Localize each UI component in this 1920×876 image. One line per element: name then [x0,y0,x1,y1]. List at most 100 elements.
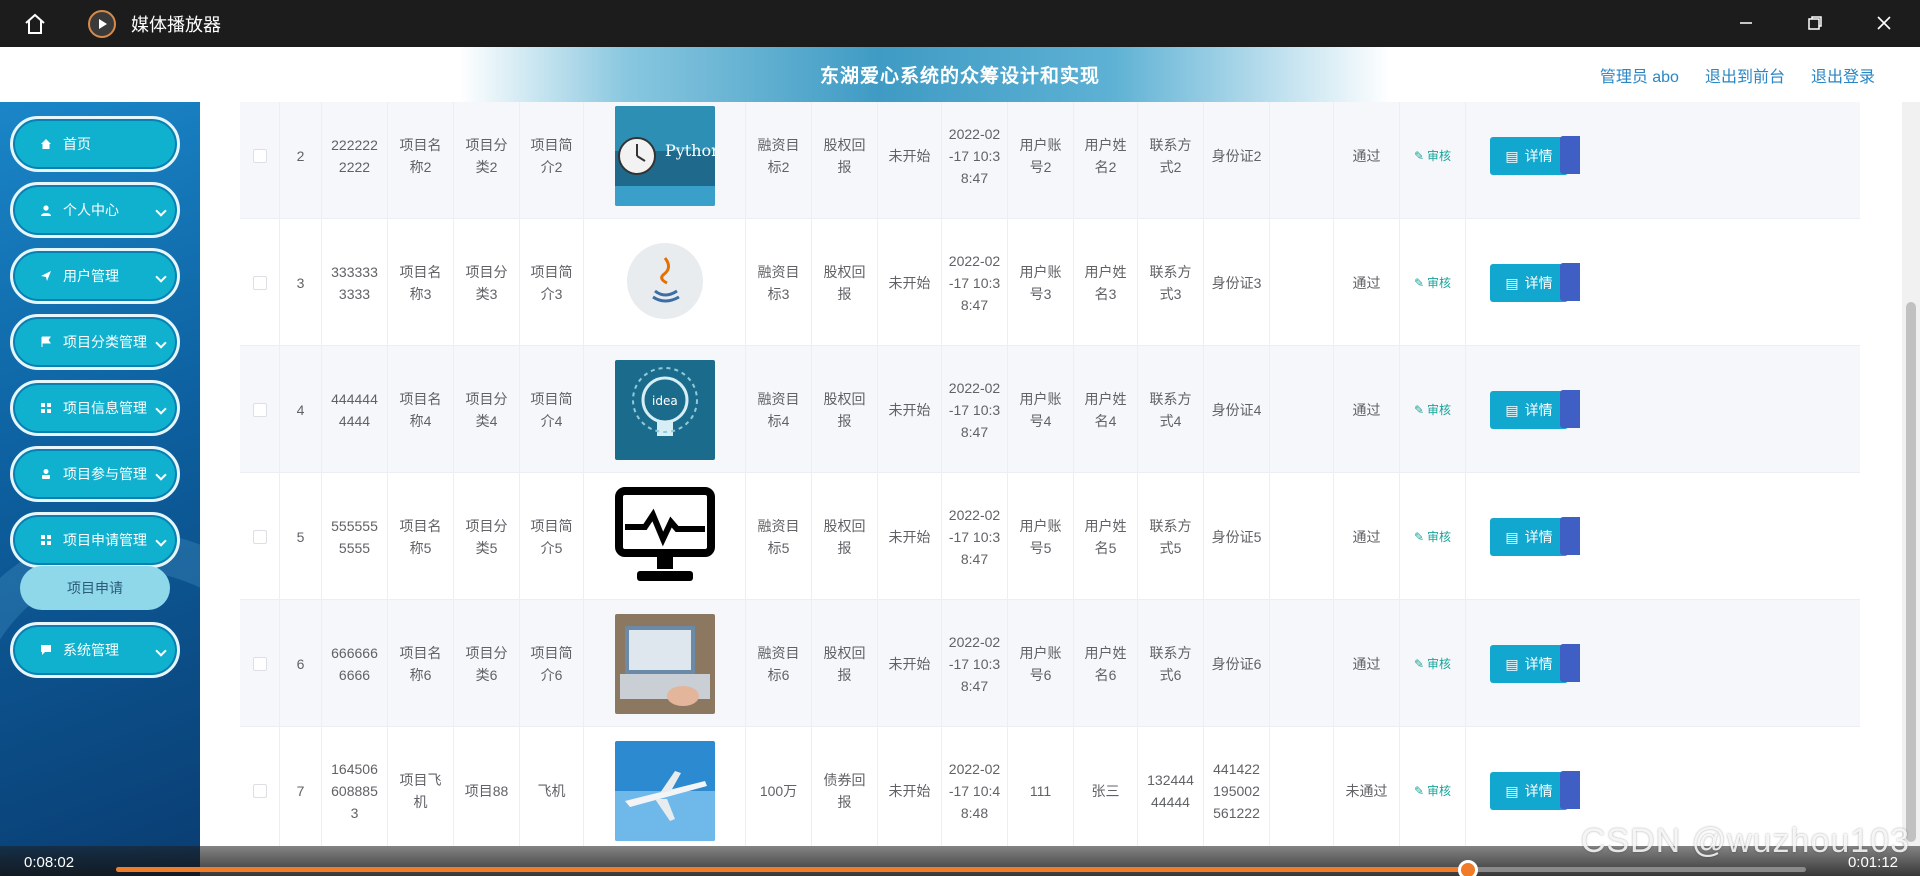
exit-to-frontend-link[interactable]: 退出到前台 [1705,63,1785,87]
logout-link[interactable]: 退出登录 [1811,63,1875,87]
cell-text: 债券回报 [823,771,866,810]
cell-idcard: 441422195002561222 [1204,727,1270,846]
more-actions-button[interactable] [1560,644,1580,682]
more-actions-button[interactable] [1560,771,1580,809]
svg-text:Python: Python [665,141,715,160]
restore-icon[interactable] [1799,9,1831,37]
edit-icon: ✎ [1413,656,1425,671]
sidebar-item-3[interactable]: 项目分类管理 [10,314,180,370]
admin-user-link[interactable]: 管理员 abo [1600,63,1679,87]
chevron-down-icon [155,403,167,415]
cell-text: 股权回报 [823,644,866,683]
more-actions-button[interactable] [1560,263,1580,301]
home-icon[interactable] [22,11,48,37]
cell-text: 2 [296,147,305,164]
document-icon: ▤ [1505,147,1519,164]
close-icon[interactable] [1868,9,1900,37]
detail-button[interactable]: ▤ 详情 [1490,771,1568,810]
row-checkbox[interactable] [252,275,267,290]
table-row: 5 5555555555 项目名称5 项目分类5 项目简介5 融资目标5 股权回报 未开始 20… [240,473,1860,600]
audit-button[interactable]: ✎ 审核 [1414,399,1451,421]
cell-text: 身份证2 [1211,147,1262,164]
cell-text: 用户姓名4 [1084,390,1127,429]
cell-chk [240,473,280,600]
cell-target: 融资目标2 [746,102,812,219]
cell-time: 2022-02-17 10:38:47 [942,473,1008,600]
sidebar-item-4[interactable]: 项目信息管理 [10,380,180,436]
audit-label: 审核 [1427,529,1452,544]
cell-audit: ✎ 审核 [1400,219,1466,346]
document-icon: ▤ [1505,655,1519,672]
cell-review: 通过 [1334,600,1400,727]
cell-intro: 项目简介6 [520,600,584,727]
more-actions-button[interactable] [1560,390,1580,428]
cell-text: 项目名称5 [399,517,442,556]
row-checkbox[interactable] [252,783,267,798]
cell-blank [1270,219,1334,346]
row-checkbox[interactable] [252,529,267,544]
progress-track[interactable] [116,860,1806,876]
progress-knob[interactable] [1458,860,1478,876]
cell-chk [240,346,280,473]
cell-time: 2022-02-17 10:48:48 [942,727,1008,846]
sidebar-item-0[interactable]: 首页 [10,116,180,172]
row-checkbox[interactable] [252,656,267,671]
cell-detail: ▤ 详情 [1466,346,1860,473]
audit-button[interactable]: ✎ 审核 [1414,526,1451,548]
detail-button[interactable]: ▤ 详情 [1490,263,1568,302]
grid-icon [39,533,53,547]
chevron-down-icon [155,205,167,217]
document-icon: ▤ [1505,782,1519,799]
detail-button[interactable]: ▤ 详情 [1490,136,1568,175]
cell-text: 项目分类6 [465,644,508,683]
cell-text: 联系方式5 [1149,517,1192,556]
chevron-down-icon [155,535,167,547]
sidebar-item-2[interactable]: 用户管理 [10,248,180,304]
audit-button[interactable]: ✎ 审核 [1414,272,1451,294]
cell-idcard: 身份证2 [1204,102,1270,219]
row-checkbox[interactable] [252,148,267,163]
cell-text: 融资目标3 [757,263,800,302]
sidebar-item-6[interactable]: 项目申请管理 [10,512,180,568]
sidebar-menu: 首页个人中心用户管理项目分类管理 项目信息管理 项目参与管理项目申请管理项目申请系统… [10,116,180,688]
detail-button[interactable]: ▤ 详情 [1490,390,1568,429]
submenu-project-apply[interactable]: 项目申请 [20,566,170,610]
audit-label: 审核 [1427,275,1452,290]
cell-text: 通过 [1352,147,1381,164]
audit-button[interactable]: ✎ 审核 [1414,780,1451,802]
cell-audit: ✎ 审核 [1400,473,1466,600]
minimize-icon[interactable] [1730,9,1762,37]
cell-text: 联系方式2 [1149,136,1192,175]
cell-name: 项目飞机 [388,727,454,846]
cell-image [584,600,746,727]
cell-account: 用户账号2 [1008,102,1074,219]
progress-fill [116,867,1468,872]
row-checkbox[interactable] [252,402,267,417]
sidebar-item-label: 项目申请管理 [63,532,147,548]
cell-text: 2022-02-17 10:38:47 [948,125,1001,186]
audit-button[interactable]: ✎ 审核 [1414,145,1451,167]
cell-image: Python [584,102,746,219]
cell-text: 身份证5 [1211,528,1262,545]
cell-name: 项目名称3 [388,219,454,346]
cell-status: 未开始 [878,102,942,219]
detail-button[interactable]: ▤ 详情 [1490,644,1568,683]
sidebar-item-5[interactable]: 项目参与管理 [10,446,180,502]
cell-time: 2022-02-17 10:38:47 [942,346,1008,473]
cell-cat: 项目分类3 [454,219,520,346]
table-row: 22222222222项目名称2项目分类2项目简介2Python融资目标2股权回… [240,102,1860,219]
detail-button[interactable]: ▤ 详情 [1490,517,1568,556]
sidebar-item-1[interactable]: 个人中心 [10,182,180,238]
more-actions-button[interactable] [1560,136,1580,174]
cell-idx: 4 [280,346,322,473]
chat-icon [39,643,53,657]
scrollbar-thumb[interactable] [1906,302,1916,842]
sidebar-item-7[interactable]: 系统管理 [10,622,180,678]
vertical-scrollbar[interactable] [1902,102,1920,846]
sidebar-item-label: 系统管理 [63,642,119,658]
cell-account: 用户账号5 [1008,473,1074,600]
audit-button[interactable]: ✎ 审核 [1414,653,1451,675]
cell-review: 通过 [1334,346,1400,473]
audit-label: 审核 [1427,402,1452,417]
more-actions-button[interactable] [1560,517,1580,555]
